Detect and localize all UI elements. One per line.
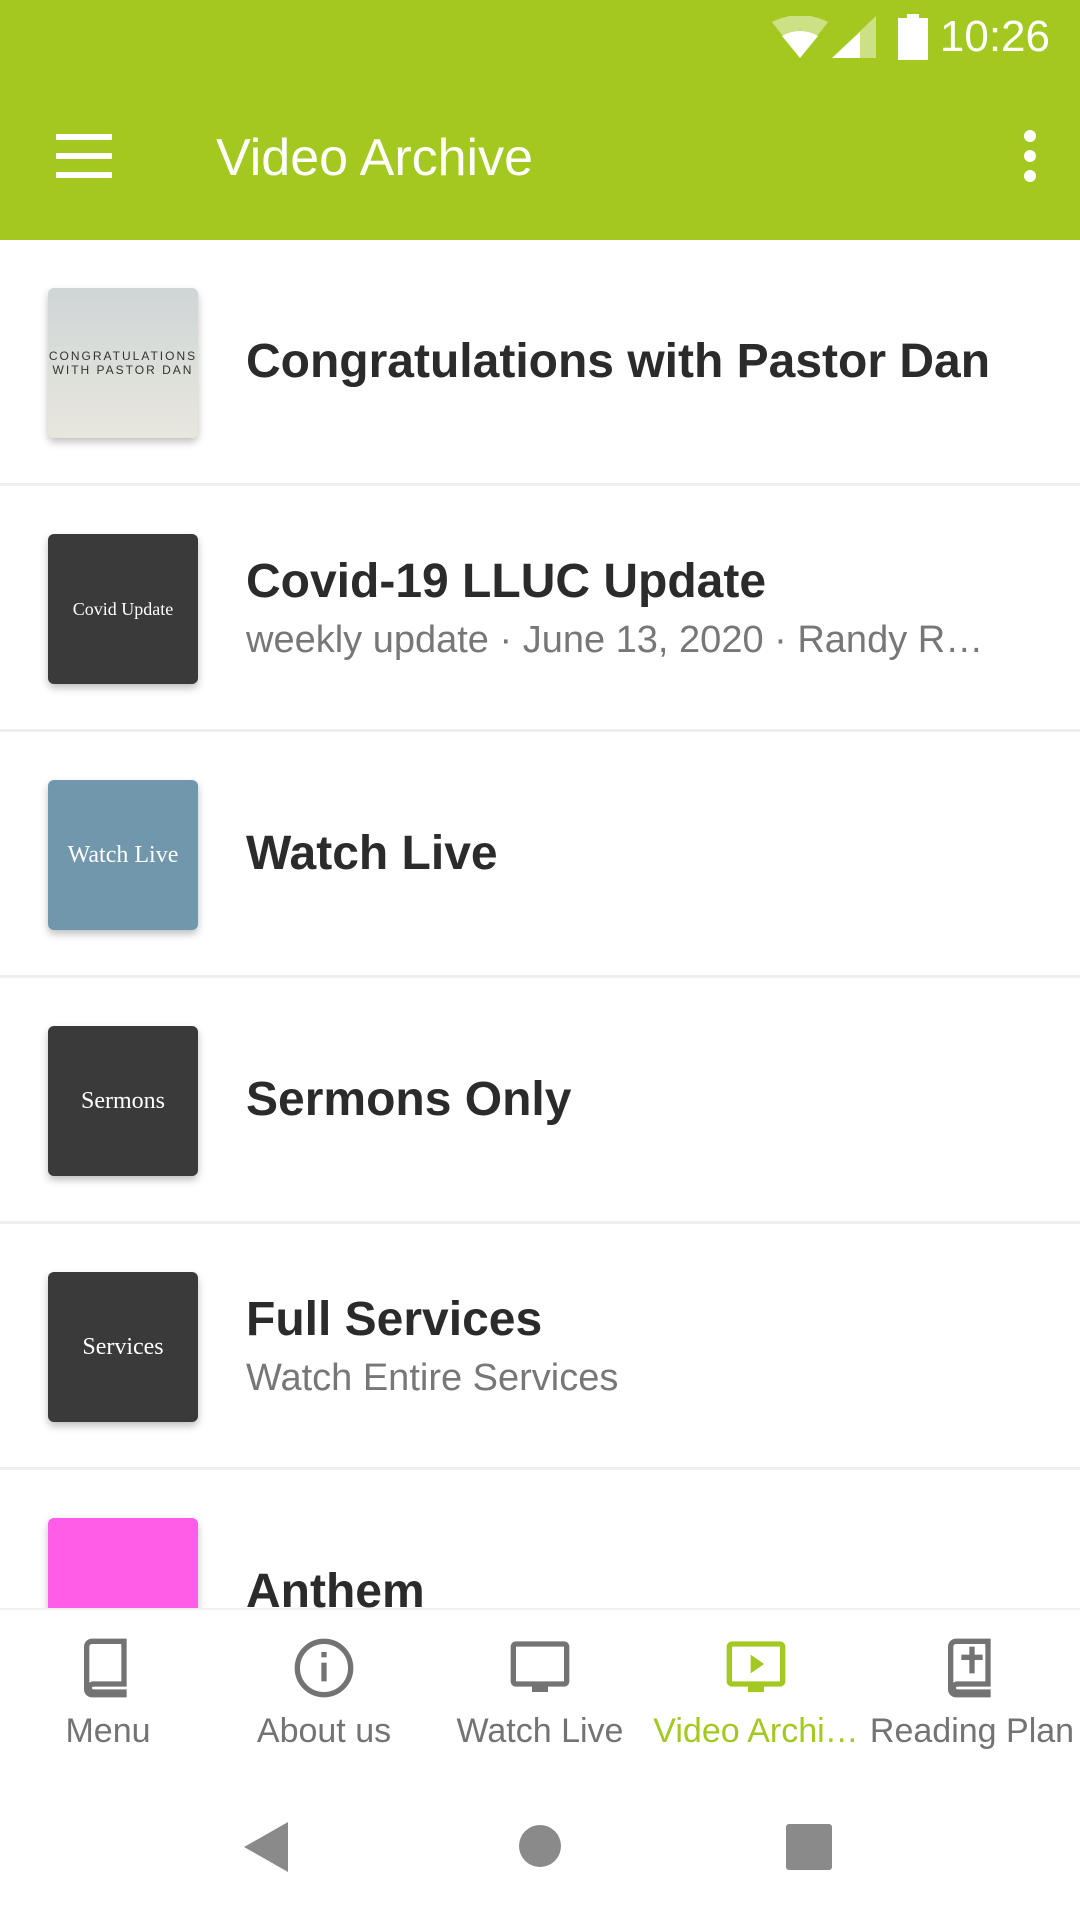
bible-icon <box>948 1638 991 1698</box>
video-play-icon <box>726 1641 786 1692</box>
item-title: Anthem <box>246 1565 425 1608</box>
info-icon <box>294 1638 354 1698</box>
bottom-navigation: Menu About us Watch Live Video Archi… Re… <box>0 1608 1080 1770</box>
list-item[interactable]: Watch Live Watch Live <box>0 732 1080 978</box>
wifi-icon <box>772 16 828 58</box>
thumbnail: Covid Update <box>48 534 198 684</box>
thumbnail: CONGRATULATIONS WITH PASTOR DAN <box>48 288 198 438</box>
item-title: Congratulations with Pastor Dan <box>246 335 991 388</box>
page-title: Video Archive <box>216 129 534 187</box>
item-title: Full Services <box>246 1292 543 1346</box>
list-item[interactable]: CONGRATULATIONS WITH PASTOR DAN Congratu… <box>0 240 1080 486</box>
item-title: Covid-19 LLUC Update <box>246 554 767 608</box>
nav-menu[interactable]: Menu <box>0 1610 216 1770</box>
thumbnail: /\ <box>48 1518 198 1608</box>
status-bar: 10:26 <box>0 0 1080 72</box>
video-list[interactable]: CONGRATULATIONS WITH PASTOR DAN Congratu… <box>0 240 1080 1608</box>
nav-about-us[interactable]: About us <box>216 1610 432 1770</box>
signal-icon <box>832 16 876 58</box>
hamburger-menu-icon[interactable] <box>56 134 112 178</box>
back-icon[interactable] <box>244 1822 288 1872</box>
list-item[interactable]: /\ Anthem <box>0 1470 1080 1608</box>
item-subtitle: Watch Entire Services <box>246 1356 619 1399</box>
clock: 10:26 <box>939 12 1050 61</box>
list-item[interactable]: Services Full Services Watch Entire Servi… <box>0 1224 1080 1470</box>
nav-video-archive[interactable]: Video Archi… <box>648 1610 864 1770</box>
item-title: Sermons Only <box>246 1073 572 1126</box>
list-item[interactable]: Covid Update Covid-19 LLUC Update weekly … <box>0 486 1080 732</box>
system-navigation-bar <box>0 1770 1080 1920</box>
item-title: Watch Live <box>246 827 498 880</box>
thumbnail: Services <box>48 1272 198 1422</box>
thumbnail: Sermons <box>48 1026 198 1176</box>
list-item[interactable]: Sermons Sermons Only <box>0 978 1080 1224</box>
nav-reading-plan[interactable]: Reading Plan <box>864 1610 1080 1770</box>
home-icon[interactable] <box>518 1824 562 1868</box>
thumbnail: Watch Live <box>48 780 198 930</box>
item-subtitle: weekly update · June 13, 2020 · Randy R… <box>246 618 984 661</box>
nav-watch-live[interactable]: Watch Live <box>432 1610 648 1770</box>
book-icon <box>84 1638 127 1698</box>
recents-icon[interactable] <box>786 1824 832 1870</box>
app-bar: Video Archive <box>0 72 1080 240</box>
battery-icon <box>898 14 928 60</box>
more-options-icon[interactable] <box>1020 130 1040 182</box>
tv-icon <box>510 1641 570 1692</box>
